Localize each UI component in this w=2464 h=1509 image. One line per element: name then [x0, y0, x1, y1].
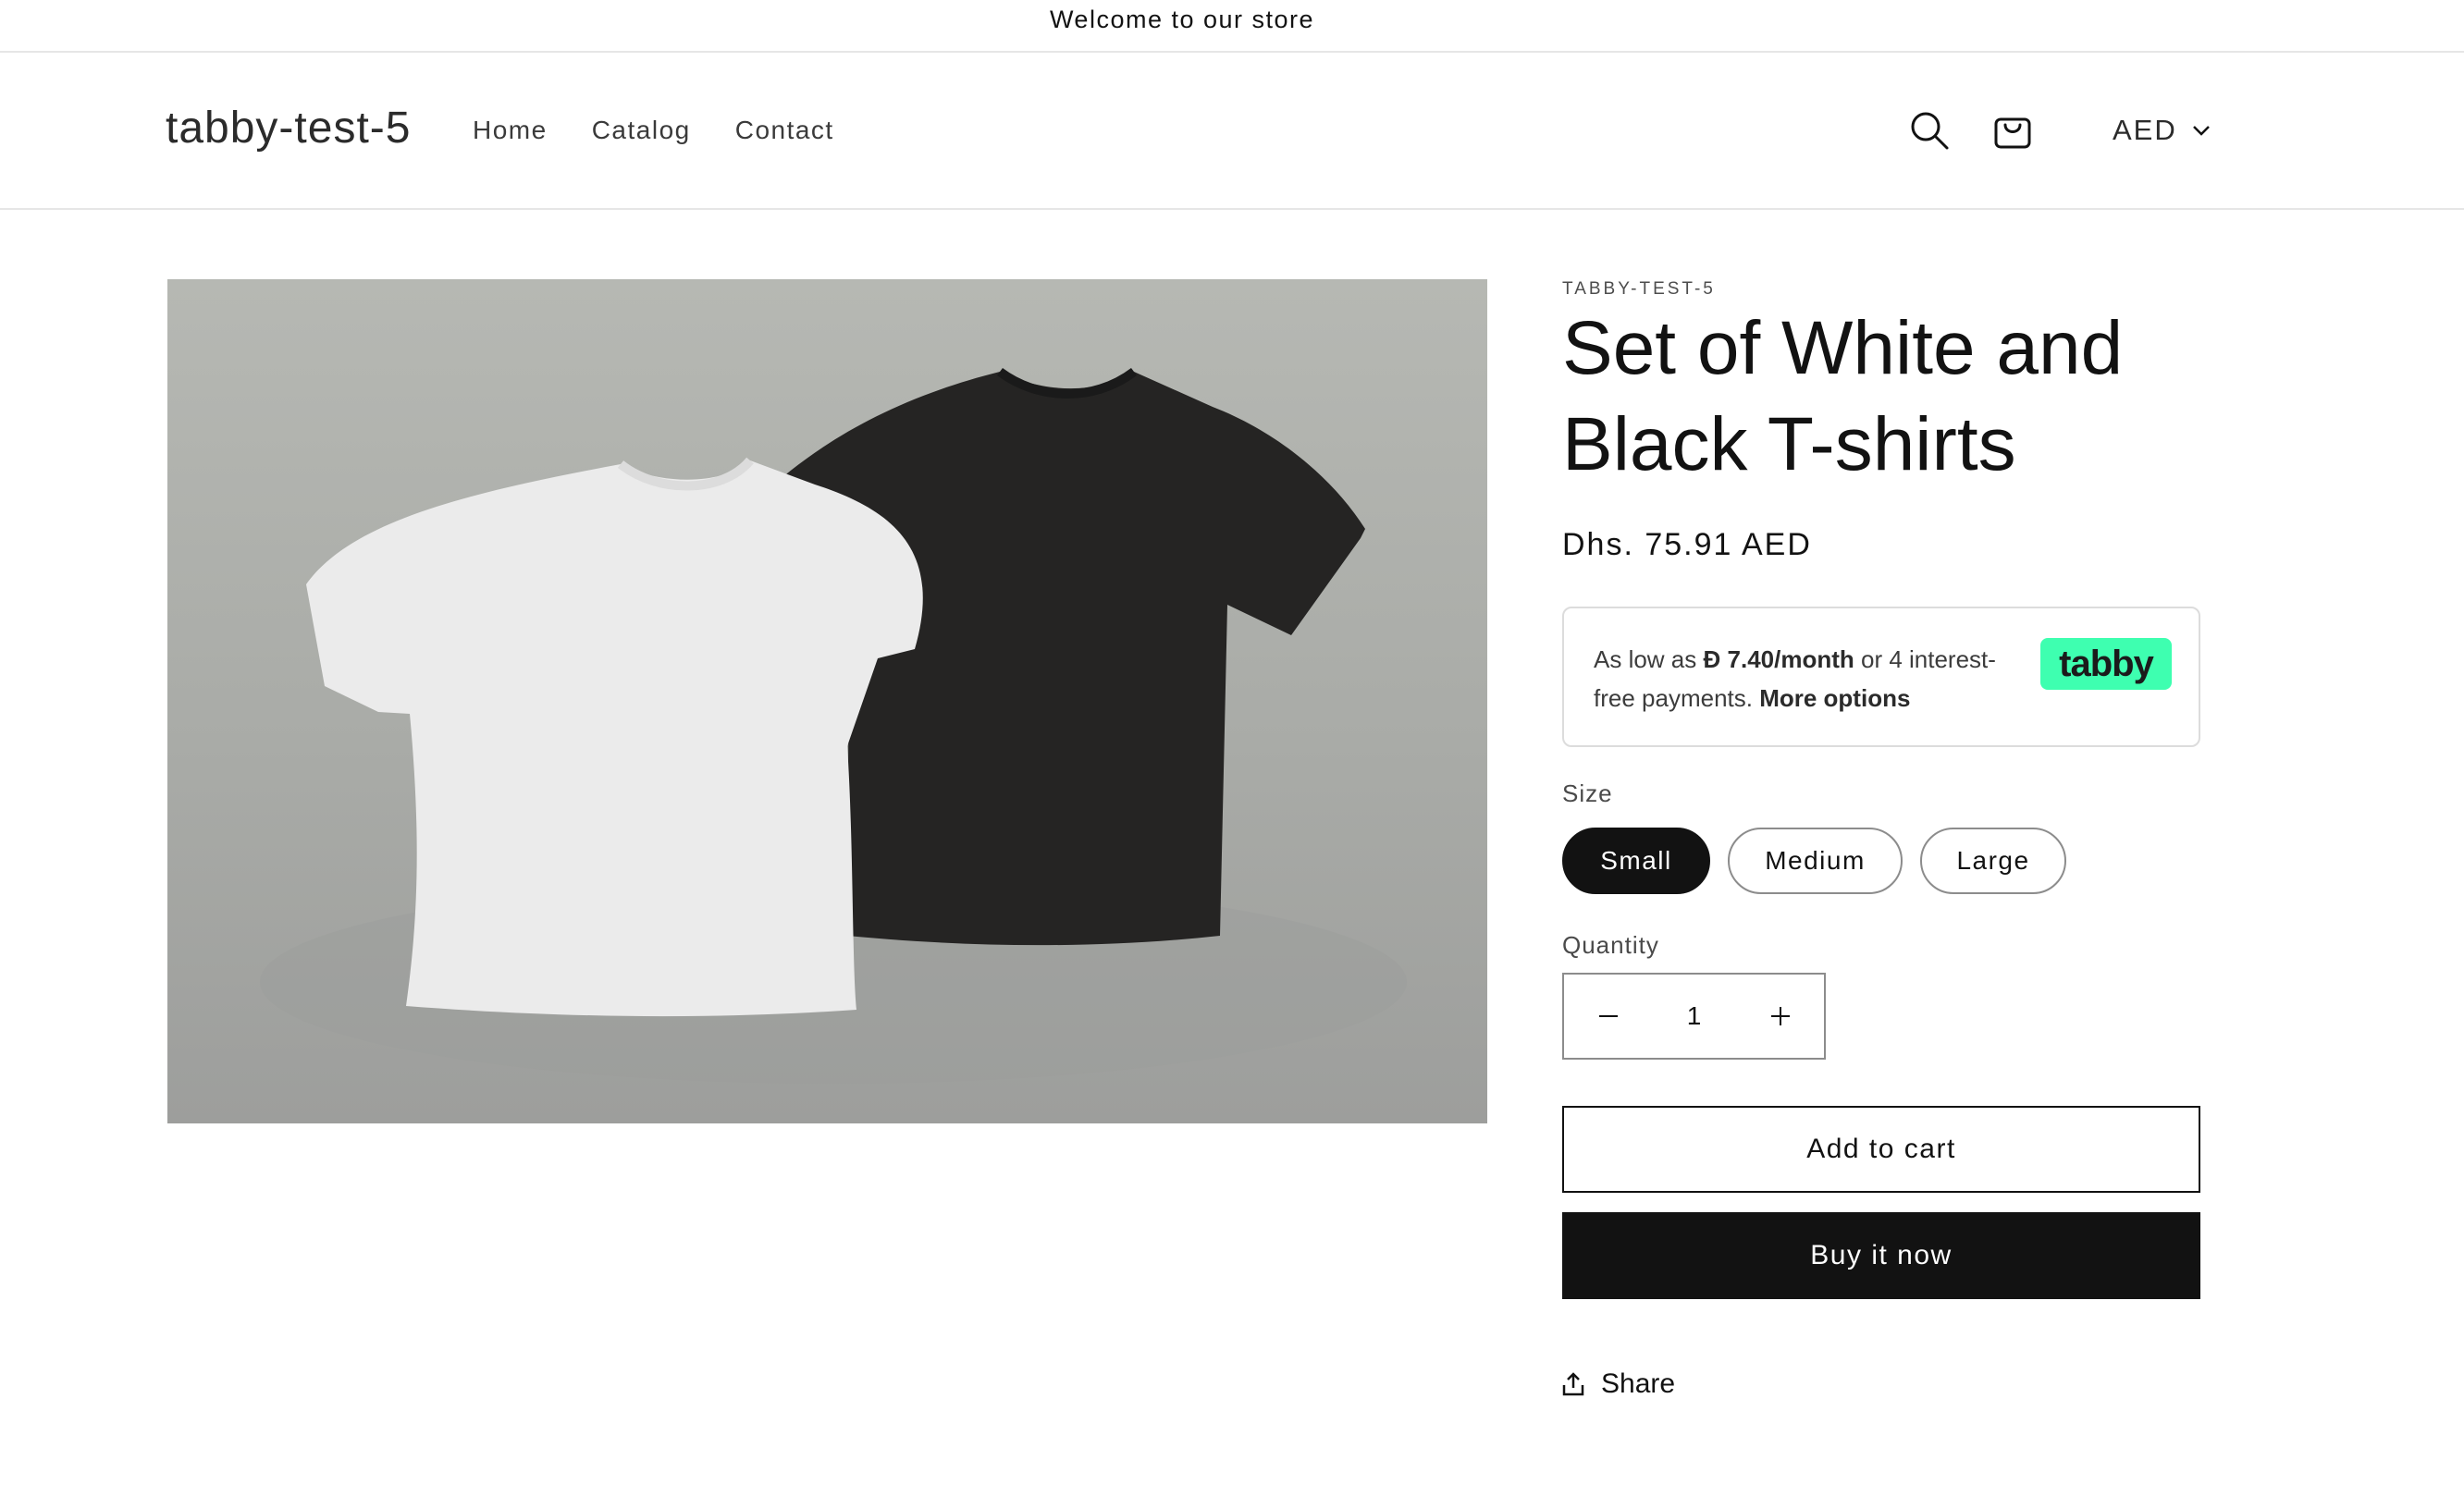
product-price: Dhs. 75.91 AED — [1562, 527, 1812, 562]
currency-selector[interactable]: AED — [2113, 114, 2211, 147]
quantity-decrease-button[interactable] — [1564, 975, 1652, 1058]
add-to-cart-button[interactable]: Add to cart — [1562, 1106, 2200, 1193]
size-options: Small Medium Large — [1562, 828, 2084, 894]
quantity-stepper — [1562, 973, 1826, 1060]
product-image[interactable] — [167, 279, 1487, 1123]
currency-label: AED — [2113, 114, 2177, 146]
nav-contact-link[interactable]: Contact — [735, 116, 834, 145]
share-icon — [1562, 1372, 1584, 1396]
main-nav: Home Catalog Contact — [473, 116, 879, 145]
quantity-label: Quantity — [1562, 931, 1659, 959]
product-vendor: TABBY-TEST-5 — [1562, 279, 1716, 299]
size-option-large[interactable]: Large — [1920, 828, 2066, 894]
product-title: Set of White and Black T-shirts — [1562, 306, 2124, 486]
nav-home-link[interactable]: Home — [473, 116, 548, 145]
size-option-medium[interactable]: Medium — [1728, 828, 1903, 894]
site-header: tabby-test-5 Home Catalog Contact AED — [0, 53, 2464, 210]
cart-icon — [1994, 117, 2031, 149]
share-label: Share — [1601, 1368, 1676, 1399]
tabby-amount: 7.40/month — [1720, 645, 1854, 673]
search-icon — [1911, 112, 1949, 150]
tabby-promo-text: As low as Đ 7.40/month or 4 interest-fre… — [1594, 640, 2019, 718]
buy-now-button[interactable]: Buy it now — [1562, 1212, 2200, 1299]
size-option-small[interactable]: Small — [1562, 828, 1710, 894]
tabby-more-options-link[interactable]: More options — [1759, 684, 1910, 712]
size-label: Size — [1562, 779, 1613, 807]
nav-catalog-link[interactable]: Catalog — [592, 116, 691, 145]
tabby-currency-symbol: Đ — [1703, 645, 1721, 673]
announcement-text: Welcome to our store — [1049, 6, 1315, 33]
chevron-down-icon — [2192, 126, 2210, 136]
quantity-increase-button[interactable] — [1736, 975, 1824, 1058]
tabby-prefix: As low as — [1594, 645, 1704, 673]
cart-button[interactable] — [1985, 103, 2040, 158]
tabby-logo: tabby — [2040, 638, 2172, 690]
minus-icon — [1598, 1015, 1618, 1017]
tabby-promo[interactable]: As low as Đ 7.40/month or 4 interest-fre… — [1562, 607, 2200, 747]
search-button[interactable] — [1902, 103, 1957, 158]
store-logo[interactable]: tabby-test-5 — [166, 103, 411, 153]
plus-icon — [1770, 1007, 1790, 1025]
announcement-bar: Welcome to our store — [0, 0, 2464, 53]
share-button[interactable]: Share — [1562, 1368, 1675, 1400]
quantity-input[interactable] — [1652, 988, 1736, 1044]
